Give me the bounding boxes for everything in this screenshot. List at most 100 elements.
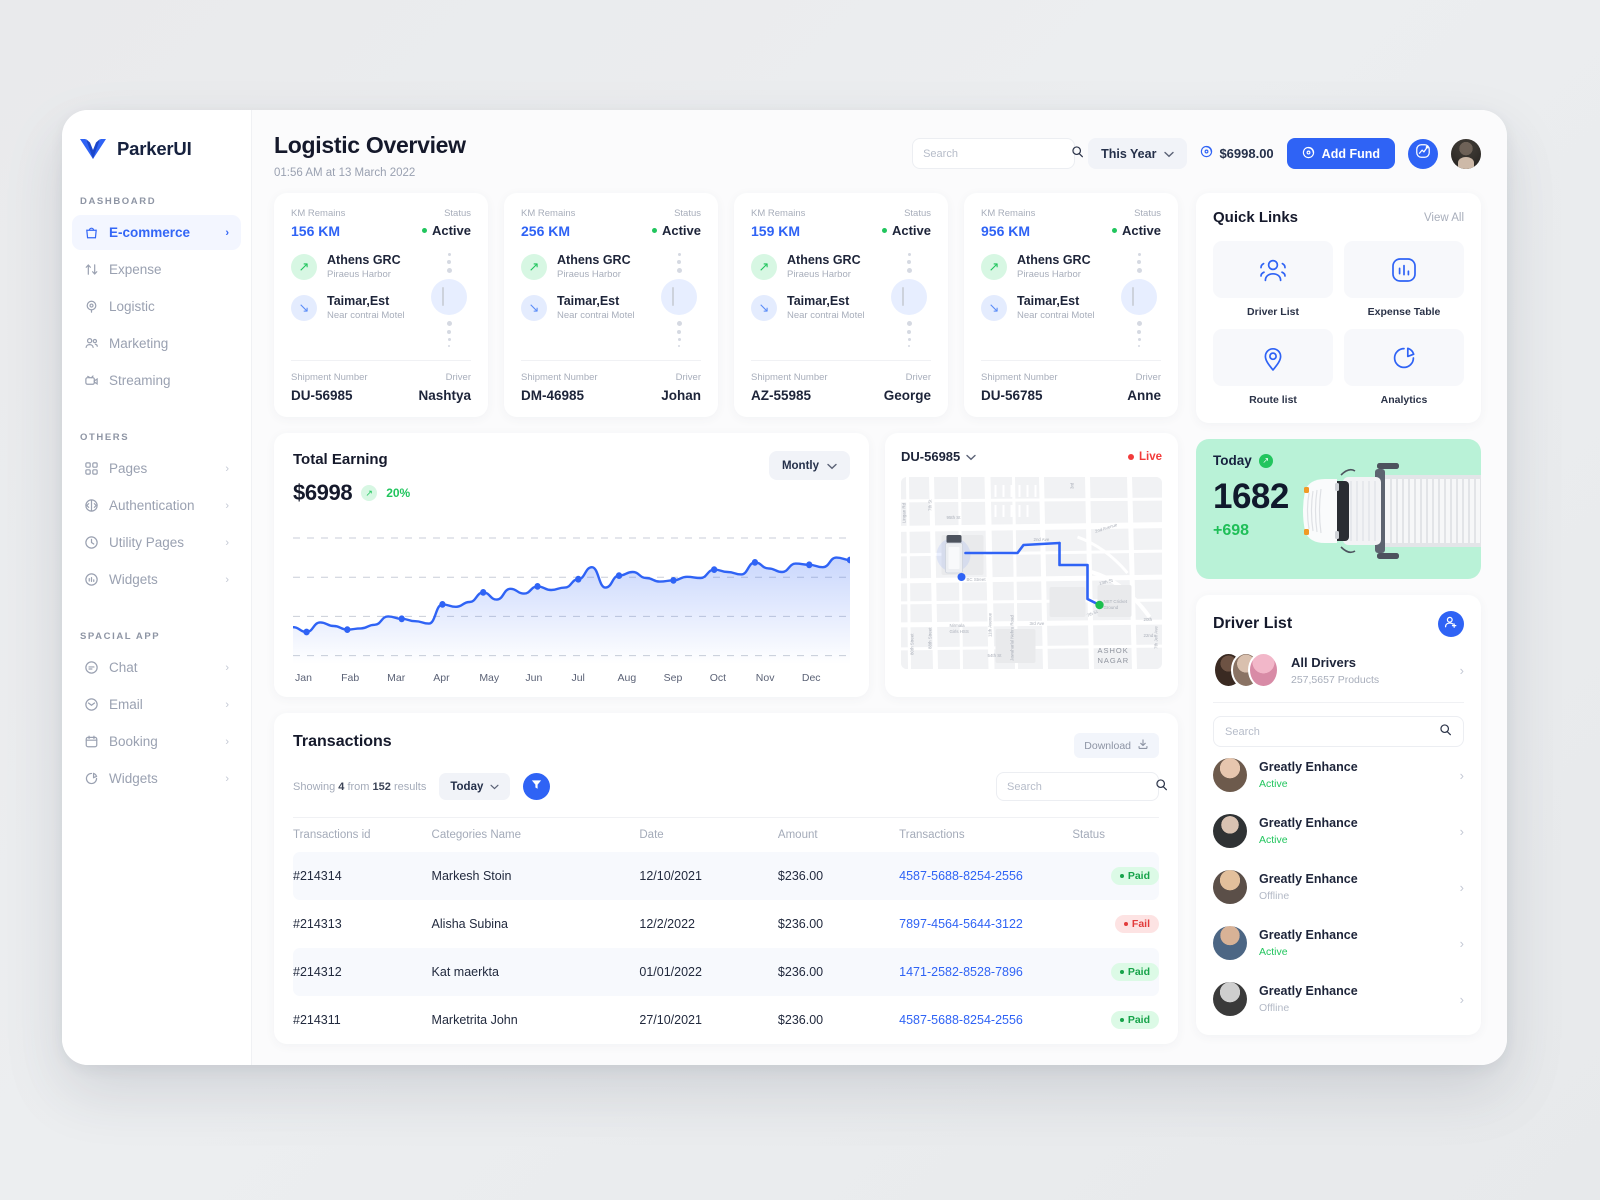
cell-transaction-link[interactable]: 4587-5688-8254-2556 [899, 1013, 1023, 1027]
sidebar-item-label: Email [109, 697, 143, 712]
cell-transaction-id: #214314 [293, 852, 432, 900]
earning-period-select[interactable]: Montly [768, 451, 850, 480]
quick-link-driver-list[interactable]: Driver List [1213, 241, 1333, 318]
transfer-icon [84, 262, 99, 277]
sidebar-item-expense[interactable]: Expense [72, 252, 241, 287]
track-dot [447, 330, 451, 334]
quick-links-view-all[interactable]: View All [1424, 212, 1464, 224]
status-dot-icon [1119, 874, 1124, 878]
cell-transaction-link[interactable]: 4587-5688-8254-2556 [899, 869, 1023, 883]
status-text: Fail [1131, 918, 1150, 930]
shipment-number-value: DU-56985 [291, 388, 353, 403]
table-row[interactable]: #214313 Alisha Subina 12/2/2022 $236.00 7897… [293, 900, 1159, 948]
sidebar-item-marketing[interactable]: Marketing [72, 326, 241, 361]
route-origin: ↗ Athens GRC Piraeus Harbor [751, 253, 887, 280]
chevron-right-icon: › [1459, 991, 1464, 1007]
route-stops: ↗ Athens GRC Piraeus Harbor ↘ Taimar,Est Near… [291, 253, 427, 347]
quick-link-expense-table[interactable]: Expense Table [1344, 241, 1464, 318]
table-row[interactable]: #214312 Kat maerkta 01/01/2022 $236.00 1471-… [293, 948, 1159, 996]
add-fund-button[interactable]: Add Fund [1286, 138, 1395, 169]
shipment-number-value: DU-56785 [981, 388, 1043, 403]
sidebar-item-logistic[interactable]: Logistic [72, 289, 241, 324]
driver-search[interactable] [1213, 716, 1464, 747]
driver-list-item[interactable]: Greatly Enhance Active › [1213, 747, 1464, 803]
search-input[interactable] [923, 147, 1066, 160]
progress-track [887, 253, 931, 347]
transactions-period-select[interactable]: Today [439, 773, 511, 800]
driver-search-input[interactable] [1225, 725, 1433, 738]
destination-name: Taimar,Est [1017, 294, 1080, 308]
driver-name: Greatly Enhance [1259, 872, 1358, 886]
add-driver-button[interactable] [1438, 611, 1464, 637]
quick-link-route-list[interactable]: Route list [1213, 329, 1333, 406]
table-row[interactable]: #214314 Markesh Stoin 12/10/2021 $236.00 458… [293, 852, 1159, 900]
km-remains-label: KM Remains [521, 208, 576, 219]
sidebar-item-utility-pages[interactable]: Utility Pages › [72, 525, 241, 560]
sidebar-section-spacial-app: SPACIAL APP [80, 631, 161, 642]
sidebar-item-authentication[interactable]: Authentication › [72, 488, 241, 523]
sidebar-item-widgets[interactable]: Widgets › [72, 562, 241, 597]
driver-status: Active [1259, 834, 1288, 846]
track-dot [907, 338, 911, 341]
page-subtitle: 01:56 AM at 13 March 2022 [274, 167, 416, 179]
sidebar-item-label: Marketing [109, 336, 169, 351]
cell-transaction-id: #214311 [293, 1013, 341, 1027]
sidebar-item-booking[interactable]: Booking › [72, 724, 241, 759]
filter-button[interactable] [523, 773, 551, 800]
wallet-icon [1200, 145, 1213, 163]
sidebar-item-email[interactable]: Email › [72, 687, 241, 722]
track-dot [447, 338, 451, 341]
table-column-header: Transactions id [293, 817, 432, 852]
sidebar-item-label: Widgets [109, 771, 158, 786]
shipment-number-label: Shipment Number [291, 372, 368, 383]
activity-button[interactable] [1408, 138, 1438, 169]
chart-tick-label: Sep [663, 672, 683, 684]
driver-list-item[interactable]: Greatly Enhance Offline › [1213, 859, 1464, 915]
driver-list-item[interactable]: Greatly Enhance Active › [1213, 803, 1464, 859]
all-drivers-sub: 257,5657 Products [1291, 673, 1380, 686]
live-map-card: DU-56985 Live Lingan Rd 7th St 95th St B… [885, 433, 1178, 697]
map-shipment-select[interactable]: DU-56985 [901, 449, 976, 464]
driver-name: Greatly Enhance [1259, 816, 1358, 830]
status-text: Paid [1127, 1014, 1150, 1026]
shipment-card[interactable]: KM Remains 956 KM Status Active ↗ Athens GRC P… [964, 193, 1178, 417]
shipment-number-block: Shipment Number AZ-55985 [751, 372, 828, 403]
transactions-search-input[interactable] [1007, 780, 1149, 793]
status-block: Status Active [421, 208, 471, 239]
sidebar-item-pages[interactable]: Pages › [72, 451, 241, 486]
km-remains-value: 956 KM [981, 223, 1031, 239]
download-button[interactable]: Download [1074, 733, 1159, 758]
driver-list-item[interactable]: Greatly Enhance Offline › [1213, 971, 1464, 1027]
today-label: Today [1213, 453, 1252, 468]
shipment-card[interactable]: KM Remains 156 KM Status Active ↗ Athens GRC P… [274, 193, 488, 417]
sidebar-item-e-commerce[interactable]: E-commerce › [72, 215, 241, 250]
brand[interactable]: ParkerUI [62, 130, 251, 162]
avatar [1213, 926, 1247, 960]
transactions-search[interactable] [996, 772, 1167, 801]
all-drivers-row[interactable]: All Drivers 257,5657 Products › [1213, 652, 1464, 688]
sidebar-item-streaming[interactable]: Streaming [72, 363, 241, 398]
chevron-right-icon: › [225, 735, 229, 748]
transactions-title: Transactions [293, 733, 392, 750]
shipment-footer: Shipment Number DU-56785 Driver Anne [981, 372, 1161, 403]
sidebar-item-widgets[interactable]: Widgets › [72, 761, 241, 796]
track-dot [907, 260, 911, 264]
pie-chart-icon [1387, 341, 1421, 375]
shipment-card[interactable]: KM Remains 256 KM Status Active ↗ Athens GRC P… [504, 193, 718, 417]
sidebar-item-chat[interactable]: Chat › [72, 650, 241, 685]
global-search[interactable] [912, 138, 1084, 169]
origin-sub: Piraeus Harbor [327, 269, 391, 280]
quick-link-analytics[interactable]: Analytics [1344, 329, 1464, 406]
map-canvas[interactable]: Lingan Rd 7th St 95th St BC Street Nirma… [901, 477, 1162, 669]
driver-list-item[interactable]: Greatly Enhance Active › [1213, 915, 1464, 971]
period-select-year[interactable]: This Year [1088, 138, 1188, 169]
shipment-footer: Shipment Number AZ-55985 Driver George [751, 372, 931, 403]
chevron-right-icon: › [225, 661, 229, 674]
driver-list-header: Driver List [1213, 611, 1464, 637]
add-user-icon [1444, 615, 1458, 634]
user-avatar[interactable] [1451, 138, 1481, 169]
cell-transaction-link[interactable]: 7897-4564-5644-3122 [899, 917, 1023, 931]
shipment-card[interactable]: KM Remains 159 KM Status Active ↗ Athens GRC P… [734, 193, 948, 417]
cell-transaction-link[interactable]: 1471-2582-8528-7896 [899, 965, 1023, 979]
table-row[interactable]: #214311 Marketrita John 27/10/2021 $236.00 4… [293, 996, 1159, 1044]
